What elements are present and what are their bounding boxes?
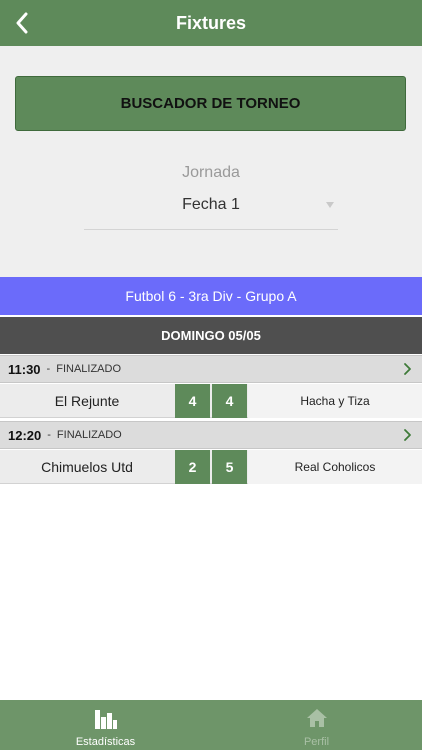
match-separator: - [46,363,51,375]
match-header[interactable]: 11:30 - FINALIZADO [0,355,422,383]
tab-bar: Estadísticas Perfil [0,700,422,750]
jornada-select-value: Fecha 1 [182,196,240,213]
back-button[interactable] [10,8,34,38]
home-team: Chimuelos Utd [41,459,133,475]
match-time: 12:20 [8,427,42,443]
chevron-left-icon [16,12,28,34]
page-title: Fixtures [175,12,247,33]
match-time: 11:30 [8,361,41,377]
away-score: 4 [212,384,247,418]
filter-panel: BUSCADOR DE TORNEO Jornada Fecha 1 [0,46,422,277]
chevron-right-icon [404,429,411,441]
tournament-name: Futbol 6 - 3ra Div - Grupo A [125,288,297,304]
day-label: DOMINGO 05/05 [161,328,261,343]
match-header[interactable]: 12:20 - FINALIZADO [0,421,422,449]
home-score: 4 [175,384,210,418]
match-row[interactable]: Chimuelos Utd 2 5 Real Coholicos [0,450,422,484]
day-header: DOMINGO 05/05 [0,317,422,354]
match-separator: - [47,429,51,441]
tab-estadisticas[interactable]: Estadísticas [0,700,211,750]
match-row[interactable]: El Rejunte 4 4 Hacha y Tiza [0,384,422,418]
chevron-right-icon [404,363,411,375]
dropdown-caret-icon [326,202,334,208]
away-team: Real Coholicos [248,450,422,484]
tournament-search-button[interactable]: BUSCADOR DE TORNEO [15,76,406,131]
tab-label: Estadísticas [75,736,136,748]
tab-label: Perfil [303,736,330,748]
match-status: FINALIZADO [56,363,122,375]
match-status: FINALIZADO [56,429,122,441]
away-team: Hacha y Tiza [248,384,422,418]
jornada-label: Jornada [182,164,240,181]
home-score: 2 [175,450,210,484]
home-team: El Rejunte [54,393,120,409]
tab-perfil[interactable]: Perfil [211,700,422,750]
jornada-select[interactable]: Fecha 1 [84,192,338,230]
away-score: 5 [212,450,247,484]
home-icon [306,709,327,727]
nav-bar: Fixtures [0,0,422,46]
bar-chart-icon [94,710,117,729]
tournament-header: Futbol 6 - 3ra Div - Grupo A [0,277,422,315]
